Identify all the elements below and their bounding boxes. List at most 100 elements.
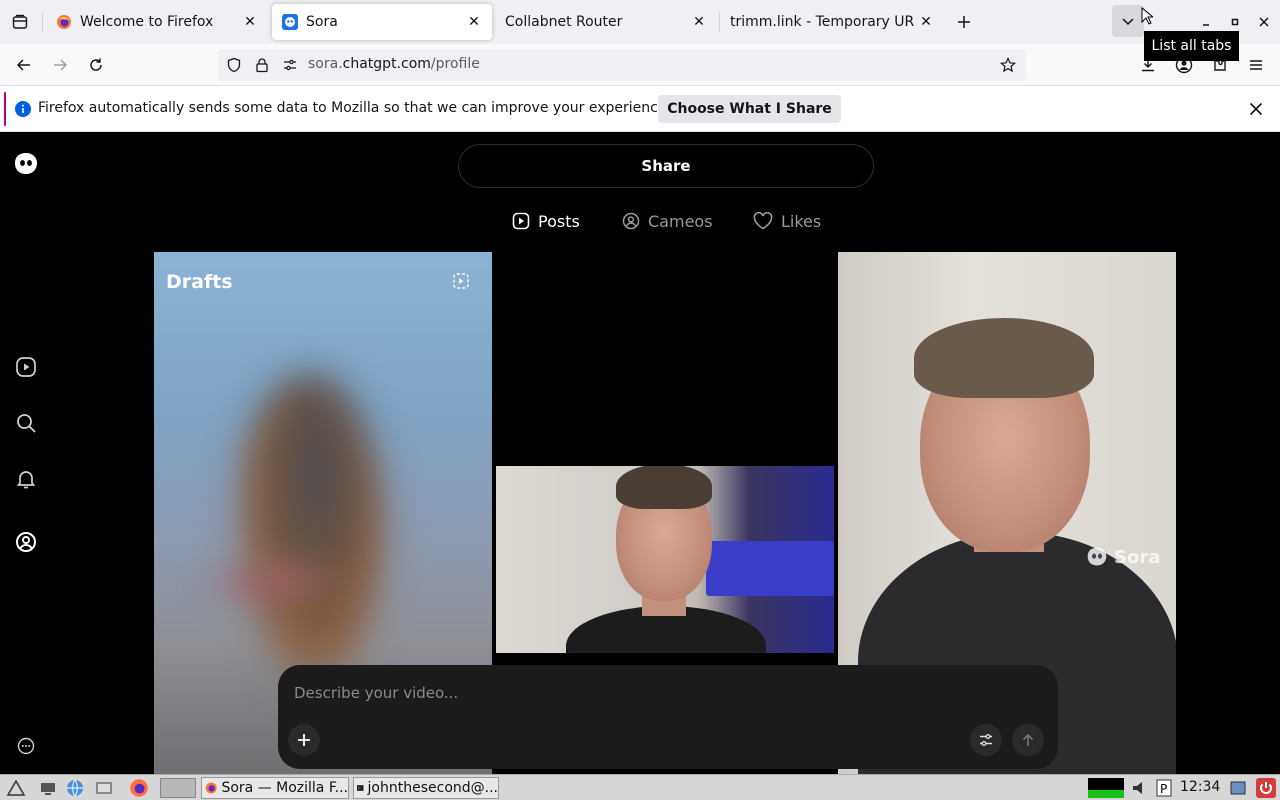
profile-icon bbox=[16, 532, 36, 552]
close-tab-icon[interactable]: ✕ bbox=[462, 10, 486, 34]
describe-video-input[interactable] bbox=[294, 684, 894, 702]
firefox-icon bbox=[57, 15, 71, 29]
blurred-thumbnail bbox=[234, 372, 384, 692]
file-manager-icon[interactable] bbox=[94, 778, 114, 798]
sora-profile-page: Share Posts Cameos Likes Drafts Sora bbox=[0, 133, 1280, 774]
workspace-switcher[interactable] bbox=[160, 778, 196, 798]
power-icon[interactable] bbox=[1256, 778, 1276, 798]
tab-label: Cameos bbox=[648, 211, 713, 231]
sora-logo-icon bbox=[15, 153, 37, 174]
sidebar-item-notifications[interactable] bbox=[13, 466, 39, 492]
person-hair bbox=[616, 466, 712, 509]
sidebar-item-profile[interactable] bbox=[13, 529, 39, 555]
taskbar-window-label: johnthesecond@... bbox=[367, 780, 498, 796]
firefox-view-button[interactable] bbox=[4, 6, 36, 38]
tab-cameos[interactable]: Cameos bbox=[622, 209, 713, 233]
close-notification-button[interactable] bbox=[1240, 93, 1272, 125]
share-button[interactable]: Share bbox=[458, 144, 874, 188]
tab-label: Likes bbox=[781, 211, 822, 231]
mouse-cursor-icon bbox=[1141, 7, 1153, 25]
play-square-icon bbox=[512, 212, 530, 230]
minimize-icon bbox=[1203, 24, 1209, 26]
tab-posts[interactable]: Posts bbox=[512, 209, 580, 233]
sliders-icon bbox=[980, 734, 992, 746]
choose-what-i-share-button[interactable]: Choose What I Share bbox=[658, 95, 841, 123]
close-window-button[interactable] bbox=[1248, 6, 1280, 38]
terminal-icon bbox=[357, 785, 364, 791]
info-icon bbox=[15, 101, 31, 117]
start-menu-icon[interactable] bbox=[6, 778, 26, 798]
sora-watermark: Sora bbox=[1086, 546, 1160, 568]
tab-title: Sora bbox=[306, 14, 338, 30]
tab-title: Welcome to Firefox bbox=[80, 14, 214, 30]
tab-title: Collabnet Router bbox=[505, 14, 623, 30]
firefox-icon[interactable] bbox=[129, 778, 149, 798]
lock-screen-icon[interactable] bbox=[1228, 778, 1248, 798]
shield-icon[interactable] bbox=[226, 57, 242, 73]
navigation-toolbar: sora.chatgpt.com/profile bbox=[0, 44, 1280, 86]
app-menu-button[interactable] bbox=[1240, 49, 1272, 81]
lock-icon[interactable] bbox=[254, 57, 270, 73]
close-icon bbox=[1249, 102, 1263, 116]
list-all-tabs-button[interactable] bbox=[1112, 5, 1144, 37]
close-tab-icon[interactable]: ✕ bbox=[238, 10, 262, 34]
sidebar-item-search[interactable] bbox=[13, 410, 39, 436]
submit-button[interactable] bbox=[1012, 724, 1044, 756]
show-desktop-icon[interactable] bbox=[38, 778, 58, 798]
play-square-icon bbox=[16, 357, 36, 377]
plus-icon bbox=[958, 16, 970, 28]
close-tab-icon[interactable]: ✕ bbox=[687, 10, 711, 34]
sora-logo[interactable] bbox=[13, 151, 39, 177]
cpu-monitor bbox=[1088, 778, 1124, 798]
chevron-down-icon bbox=[1122, 18, 1134, 26]
sidebar-item-more[interactable] bbox=[13, 733, 39, 759]
blurred-thumbnail-detail bbox=[194, 552, 354, 612]
back-button[interactable] bbox=[8, 49, 40, 81]
tab-label: Posts bbox=[538, 211, 580, 231]
system-taskbar: Sora — Mozilla F... johnthesecond@... P … bbox=[0, 774, 1280, 800]
tab-trimm-link[interactable]: trimm.link - Temporary URL ✕ bbox=[722, 4, 942, 40]
tab-welcome-to-firefox[interactable]: Welcome to Firefox ✕ bbox=[46, 4, 268, 40]
new-tab-button[interactable] bbox=[948, 6, 980, 38]
more-options-icon bbox=[17, 737, 35, 755]
reload-icon bbox=[90, 58, 102, 71]
notification-accent bbox=[4, 92, 6, 126]
clipboard-icon[interactable]: P bbox=[1154, 778, 1174, 798]
tab-collabnet-router[interactable]: Collabnet Router ✕ bbox=[497, 4, 717, 40]
drafts-stack-icon bbox=[453, 273, 469, 289]
taskbar-window-terminal[interactable]: johnthesecond@... bbox=[353, 777, 499, 799]
person-hair bbox=[914, 318, 1094, 398]
sora-logo-icon bbox=[1087, 547, 1107, 566]
site-permissions-icon[interactable] bbox=[282, 57, 298, 73]
monitor-background bbox=[706, 541, 834, 596]
volume-icon[interactable] bbox=[1130, 778, 1150, 798]
settings-button[interactable] bbox=[970, 724, 1002, 756]
sora-icon bbox=[282, 14, 298, 30]
firefox-view-icon bbox=[12, 14, 28, 29]
url-text: sora.chatgpt.com/profile bbox=[308, 56, 480, 72]
sidebar bbox=[0, 133, 54, 774]
heart-icon bbox=[753, 212, 773, 230]
tab-title: trimm.link - Temporary URL bbox=[730, 14, 914, 30]
video-post-thumbnail[interactable] bbox=[496, 466, 834, 653]
maximize-icon bbox=[1231, 18, 1239, 26]
clock[interactable]: 12:34 bbox=[1180, 779, 1220, 795]
bookmark-star-icon[interactable] bbox=[1000, 57, 1016, 73]
arrow-left-icon bbox=[16, 59, 30, 71]
close-tab-icon[interactable]: ✕ bbox=[914, 10, 938, 34]
hamburger-menu-icon bbox=[1250, 60, 1262, 70]
bell-icon bbox=[16, 471, 36, 489]
taskbar-window-firefox[interactable]: Sora — Mozilla F... bbox=[201, 777, 349, 799]
plus-icon bbox=[298, 734, 310, 746]
add-media-button[interactable] bbox=[288, 724, 320, 756]
arrow-up-icon bbox=[1022, 733, 1034, 746]
search-icon bbox=[17, 414, 36, 433]
tooltip: List all tabs bbox=[1144, 31, 1239, 61]
forward-button[interactable] bbox=[44, 49, 76, 81]
tab-likes[interactable]: Likes bbox=[753, 209, 821, 233]
reload-button[interactable] bbox=[80, 49, 112, 81]
network-globe-icon[interactable] bbox=[65, 778, 85, 798]
sidebar-item-feed[interactable] bbox=[13, 354, 39, 380]
url-bar[interactable]: sora.chatgpt.com/profile bbox=[218, 49, 1026, 81]
tab-sora[interactable]: Sora ✕ bbox=[272, 4, 492, 40]
